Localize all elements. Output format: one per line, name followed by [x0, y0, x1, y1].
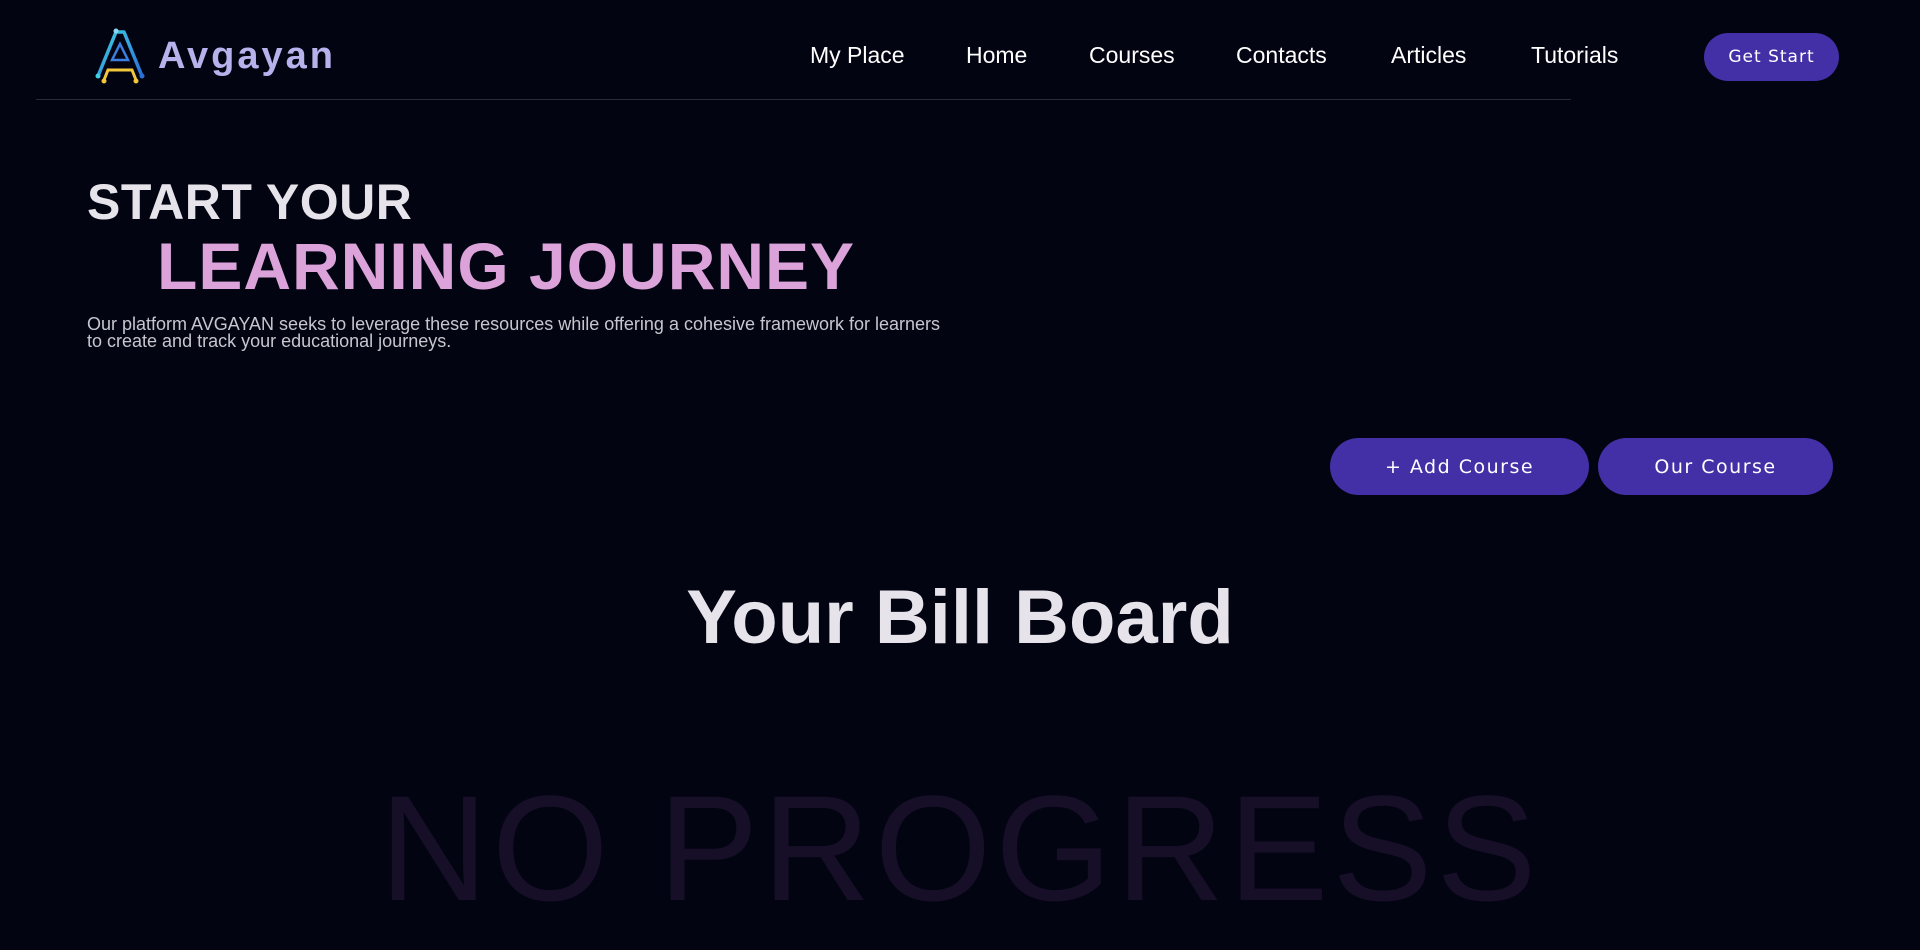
- nav-item-my-place[interactable]: My Place: [810, 41, 905, 69]
- header-divider: [36, 99, 1571, 100]
- nav-item-contacts[interactable]: Contacts: [1236, 41, 1327, 69]
- nav-item-tutorials[interactable]: Tutorials: [1531, 41, 1618, 69]
- hero-description: Our platform AVGAYAN seeks to leverage t…: [87, 314, 941, 351]
- nav-item-articles[interactable]: Articles: [1391, 41, 1466, 69]
- brand-home-link[interactable]: Avgayan: [90, 26, 336, 86]
- our-course-button[interactable]: Our Course: [1598, 438, 1833, 495]
- billboard-empty-state: NO PROGRESS: [379, 764, 1541, 932]
- page: Avgayan My Place Home Courses Contacts A…: [0, 0, 1920, 950]
- add-course-button[interactable]: + Add Course: [1330, 438, 1589, 495]
- get-start-button[interactable]: Get Start: [1704, 33, 1839, 81]
- hero-heading-line1: START YOUR: [87, 174, 413, 230]
- brand-name: Avgayan: [158, 35, 336, 77]
- nav-item-home[interactable]: Home: [966, 41, 1027, 69]
- nav-item-courses[interactable]: Courses: [1089, 41, 1175, 69]
- letter-a-circuit-logo-icon: [95, 28, 145, 84]
- hero-heading-line2: LEARNING JOURNEY: [157, 229, 856, 303]
- billboard-title: Your Bill Board: [686, 575, 1234, 660]
